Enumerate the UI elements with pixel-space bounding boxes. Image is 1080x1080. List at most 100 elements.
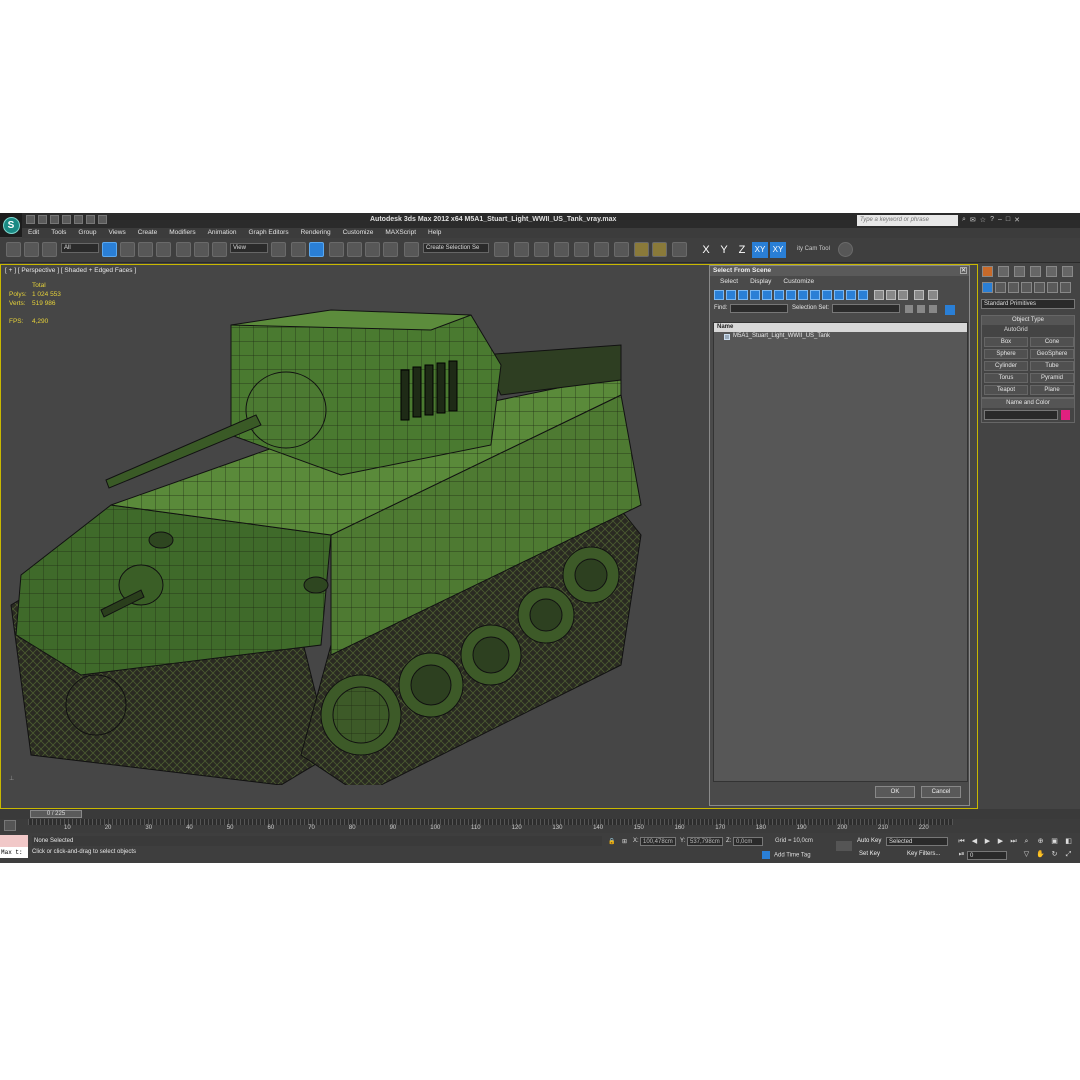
name-and-color-header[interactable]: Name and Color [982,399,1074,408]
x-coord-field[interactable]: 100,478cm [640,837,676,846]
object-type-header[interactable]: Object Type [982,316,1074,325]
favorites-icon[interactable]: ☆ [980,216,986,224]
key-selection-dropdown[interactable]: Selected [886,837,948,846]
box-button[interactable]: Box [984,337,1028,347]
filter-icon[interactable] [914,290,924,300]
track-bar-ruler[interactable] [28,819,953,825]
select-none-icon[interactable] [917,305,925,313]
hold-icon[interactable] [86,215,95,224]
display-geometry-icon[interactable] [714,290,724,300]
dialog-close-icon[interactable]: ✕ [960,267,967,274]
menu-animation[interactable]: Animation [202,228,243,238]
teapot-button[interactable]: Teapot [984,385,1028,395]
display-groups-icon[interactable] [786,290,796,300]
modify-tab-icon[interactable] [998,266,1009,277]
cylinder-button[interactable]: Cylinder [984,361,1028,371]
select-invert-icon[interactable] [929,305,937,313]
maximize-toggle-icon[interactable]: ⤢ [1064,850,1073,859]
graphite-ribbon-icon[interactable] [554,242,569,257]
curve-editor-icon[interactable] [574,242,589,257]
menu-create[interactable]: Create [132,228,164,238]
align-icon[interactable] [514,242,529,257]
z-coord-field[interactable]: 0,0cm [733,837,763,846]
link-icon[interactable] [6,242,21,257]
display-all-icon[interactable] [858,290,868,300]
open-file-icon[interactable] [38,215,47,224]
pyramid-button[interactable]: Pyramid [1030,373,1074,383]
menu-tools[interactable]: Tools [45,228,72,238]
menu-graph-editors[interactable]: Graph Editors [243,228,295,238]
new-file-icon[interactable] [26,215,35,224]
mini-curve-editor-icon[interactable] [4,820,16,831]
display-invert-icon[interactable] [886,290,896,300]
plane-button[interactable]: Plane [1030,385,1074,395]
rotate-icon[interactable] [194,242,209,257]
shapes-category-icon[interactable] [995,282,1006,293]
help-icon[interactable]: ? [990,216,994,224]
xy-plane-constraint-button[interactable]: XY [752,242,768,258]
display-xrefs-icon[interactable] [798,290,808,300]
lights-category-icon[interactable] [1008,282,1019,293]
key-filters-button[interactable]: Key Filters... [907,850,940,859]
zoom-all-icon[interactable]: ⊕ [1036,837,1045,846]
systems-category-icon[interactable] [1060,282,1071,293]
display-none-icon[interactable] [874,290,884,300]
next-frame-icon[interactable]: ▶ [996,837,1005,846]
display-containers-icon[interactable] [822,290,832,300]
menu-group[interactable]: Group [72,228,102,238]
menu-customize[interactable]: Customize [337,228,380,238]
percent-snap-icon[interactable] [365,242,380,257]
y-coord-field[interactable]: 537,798cm [687,837,723,846]
mirror-icon[interactable] [494,242,509,257]
auto-key-button[interactable]: Auto Key [857,837,881,846]
absolute-mode-icon[interactable]: ⊞ [622,838,627,845]
field-of-view-icon[interactable]: ▽ [1022,850,1031,859]
name-column-header[interactable]: Name [714,323,967,332]
schematic-view-icon[interactable] [594,242,609,257]
save-file-icon[interactable] [50,215,59,224]
dialog-title-bar[interactable]: Select From Scene ✕ [710,266,969,276]
track-bar[interactable]: 10 20 30 40 50 60 70 80 90 100 110 120 130 140 150 160 1… [0,819,1080,833]
select-object-icon[interactable] [102,242,117,257]
motion-tab-icon[interactable] [1030,266,1041,277]
create-tab-icon[interactable] [982,266,993,277]
dialog-menu-display[interactable]: Display [750,276,771,288]
previous-frame-icon[interactable]: ◀ [970,837,979,846]
angle-snap-icon[interactable] [347,242,362,257]
time-slider-thumb[interactable]: 0 / 225 [30,810,82,818]
filter-options-icon[interactable] [928,290,938,300]
communication-icon[interactable]: ✉ [970,216,976,224]
maxscript-listener-mini[interactable] [0,835,28,847]
key-mode-icon[interactable]: ⏯ [957,850,966,859]
layer-manager-icon[interactable] [534,242,549,257]
sphere-button[interactable]: Sphere [984,349,1028,359]
helpers-category-icon[interactable] [1034,282,1045,293]
torus-button[interactable]: Torus [984,373,1028,383]
autogrid-checkbox[interactable]: AutoGrid [982,325,1074,335]
display-bones-icon[interactable] [810,290,820,300]
edit-named-selection-icon[interactable] [404,242,419,257]
restore-icon[interactable]: □ [1006,216,1010,224]
find-input[interactable] [730,304,788,313]
app-logo-button[interactable]: S [0,213,22,237]
rendered-frame-window-icon[interactable] [652,242,667,257]
sync-selection-icon[interactable] [898,290,908,300]
maxscript-input[interactable]: Max t: [0,847,28,858]
xy-plane-toggle-button[interactable]: XY [770,242,786,258]
binoculars-icon[interactable]: ⌕ [962,216,966,224]
display-helpers-icon[interactable] [762,290,772,300]
display-frozen-icon[interactable] [834,290,844,300]
ok-button[interactable]: OK [875,786,915,798]
render-setup-icon[interactable] [634,242,649,257]
menu-views[interactable]: Views [102,228,131,238]
dialog-menu-customize[interactable]: Customize [783,276,814,288]
display-hidden-icon[interactable] [846,290,856,300]
display-cameras-icon[interactable] [750,290,760,300]
scale-icon[interactable] [212,242,227,257]
cameras-category-icon[interactable] [1021,282,1032,293]
render-production-icon[interactable] [672,242,687,257]
rectangular-selection-icon[interactable] [138,242,153,257]
display-lights-icon[interactable] [738,290,748,300]
menu-help[interactable]: Help [422,228,447,238]
help-search-input[interactable]: Type a keyword or phrase [857,215,958,226]
